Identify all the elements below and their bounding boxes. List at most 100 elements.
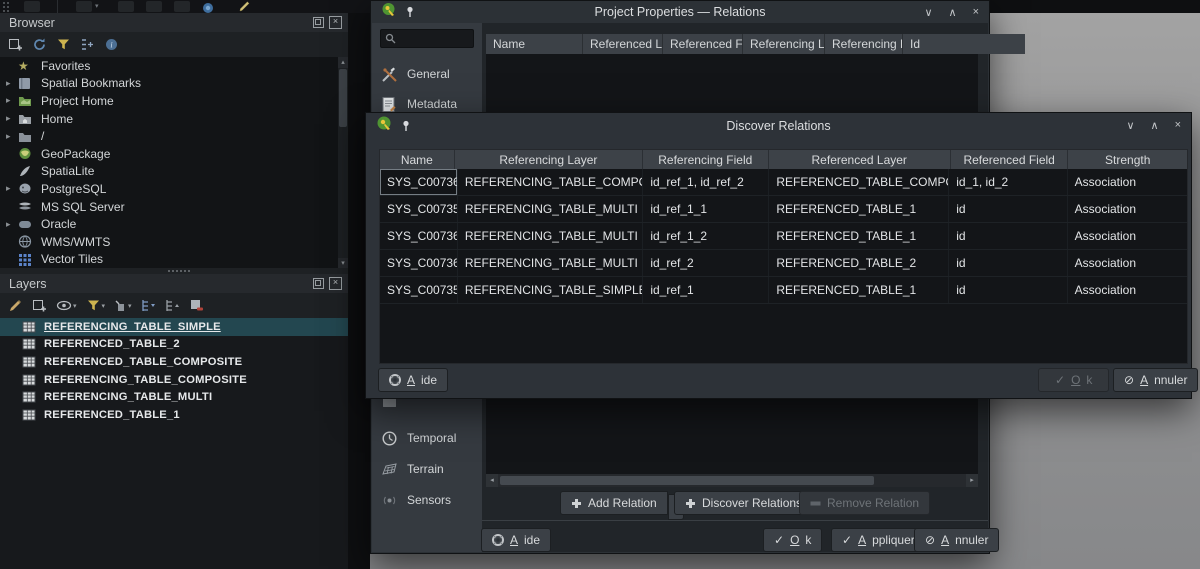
- add-relation-button[interactable]: Add Relation ▾: [560, 491, 684, 520]
- filter-browser-icon[interactable]: [56, 37, 71, 52]
- layer-row[interactable]: REFERENCING_TABLE_MULTI: [0, 388, 348, 406]
- column-header[interactable]: Referenced Field: [663, 34, 743, 54]
- relation-row[interactable]: SYS_C007364 REFERENCING_TABLE_COMPOSITE …: [380, 169, 1187, 196]
- column-header[interactable]: Referenced Layer: [583, 34, 663, 54]
- close-window-icon[interactable]: ×: [973, 6, 979, 19]
- cancel-button[interactable]: ⊘ Annuler: [1113, 368, 1198, 392]
- column-header[interactable]: Name: [380, 150, 455, 169]
- sidebar-item-general[interactable]: General: [372, 61, 482, 87]
- relation-row[interactable]: SYS_C007360 REFERENCING_TABLE_MULTI id_r…: [380, 223, 1187, 250]
- browser-item-project-home[interactable]: ▸ Project Home: [0, 92, 348, 110]
- relation-row[interactable]: SYS_C007361 REFERENCING_TABLE_MULTI id_r…: [380, 250, 1187, 277]
- toolbar-dropdown-icon[interactable]: ▾: [95, 3, 99, 10]
- layer-row[interactable]: REFERENCING_TABLE_COMPOSITE: [0, 371, 348, 389]
- help-button[interactable]: Aide: [481, 528, 551, 552]
- browser-item-home[interactable]: ▸ Home: [0, 110, 348, 128]
- add-group-icon[interactable]: [32, 298, 47, 313]
- cancel-button[interactable]: ⊘ Annuler: [914, 528, 999, 552]
- sidebar-item-sensors[interactable]: Sensors: [372, 487, 482, 513]
- expand-arrow-icon[interactable]: ▸: [6, 78, 18, 89]
- layer-row[interactable]: REFERENCING_TABLE_SIMPLE: [0, 318, 348, 336]
- discover-relations-button[interactable]: Discover Relations: [674, 491, 813, 515]
- filter-legend-icon[interactable]: ▾: [86, 298, 106, 313]
- scrollbar-thumb[interactable]: [500, 476, 874, 485]
- shade-window-icon[interactable]: ∨: [1126, 119, 1134, 132]
- expand-all-icon[interactable]: [141, 298, 156, 313]
- browser-item-wms[interactable]: WMS/WMTS: [0, 233, 348, 251]
- column-header[interactable]: Referenced Field: [951, 150, 1069, 169]
- vector-tiles-icon: [18, 252, 34, 267]
- layer-styling-icon[interactable]: [8, 298, 23, 313]
- close-panel-icon[interactable]: ×: [329, 277, 342, 290]
- close-window-icon[interactable]: ×: [1175, 119, 1181, 132]
- maximize-window-icon[interactable]: ∧: [949, 6, 957, 19]
- browser-item-favorites[interactable]: ★ Favorites: [0, 57, 348, 75]
- properties-widget-icon[interactable]: i: [104, 37, 119, 52]
- browser-item-spatial-bookmarks[interactable]: ▸ Spatial Bookmarks: [0, 75, 348, 93]
- relation-row[interactable]: SYS_C007359 REFERENCING_TABLE_MULTI id_r…: [380, 196, 1187, 223]
- qgis-application-window: ▾ Browser ×: [0, 0, 1200, 569]
- expand-arrow-icon[interactable]: ▸: [6, 95, 18, 106]
- toolbar-icon[interactable]: [174, 1, 190, 12]
- browser-scrollbar[interactable]: ▴ ▾: [338, 57, 348, 269]
- discover-relations-titlebar[interactable]: Discover Relations ∨ ∧ ×: [366, 113, 1191, 138]
- settings-search-input[interactable]: [380, 29, 474, 48]
- collapse-all-icon[interactable]: [80, 37, 95, 52]
- add-selected-layers-icon[interactable]: [8, 37, 23, 52]
- layer-row[interactable]: REFERENCED_TABLE_1: [0, 406, 348, 424]
- expand-arrow-icon[interactable]: ▸: [6, 131, 18, 142]
- scroll-right-icon[interactable]: ▸: [966, 474, 978, 487]
- apply-button[interactable]: ✓ Appliquer: [831, 528, 926, 552]
- toolbar-grip-handle[interactable]: [3, 2, 5, 4]
- float-panel-icon[interactable]: [313, 17, 324, 28]
- column-header[interactable]: Referencing Field: [643, 150, 769, 169]
- expand-arrow-icon[interactable]: ▸: [6, 183, 18, 194]
- browser-item-geopackage[interactable]: GeoPackage: [0, 145, 348, 163]
- float-panel-icon[interactable]: [313, 278, 324, 289]
- browser-item-spatialite[interactable]: SpatiaLite: [0, 163, 348, 181]
- browser-panel-titlebar[interactable]: Browser ×: [0, 13, 348, 32]
- relation-row[interactable]: SYS_C007357 REFERENCING_TABLE_SIMPLE id_…: [380, 277, 1187, 304]
- relations-horizontal-scrollbar[interactable]: ◂ ▸: [486, 474, 978, 487]
- column-header[interactable]: Referenced Layer: [769, 150, 951, 169]
- ok-button[interactable]: ✓ Ok: [763, 528, 822, 552]
- sidebar-item-temporal[interactable]: Temporal: [372, 425, 482, 451]
- project-properties-titlebar[interactable]: Project Properties — Relations ∨ ∧ ×: [371, 1, 989, 23]
- toolbar-icon[interactable]: [118, 1, 134, 12]
- filter-by-expression-icon[interactable]: ▾: [114, 299, 132, 312]
- scroll-left-icon[interactable]: ◂: [486, 474, 498, 487]
- maximize-window-icon[interactable]: ∧: [1151, 119, 1159, 132]
- column-header[interactable]: Referencing Layer: [455, 150, 643, 169]
- remove-layer-icon[interactable]: [189, 298, 204, 313]
- column-header[interactable]: Id: [903, 34, 1025, 54]
- scroll-up-icon[interactable]: ▴: [338, 57, 348, 68]
- expand-arrow-icon[interactable]: ▸: [6, 219, 18, 230]
- browser-item-oracle[interactable]: ▸ Oracle: [0, 215, 348, 233]
- help-button[interactable]: Aide: [378, 368, 448, 392]
- shade-window-icon[interactable]: ∨: [924, 6, 932, 19]
- browser-item-root[interactable]: ▸ /: [0, 127, 348, 145]
- sidebar-item-terrain[interactable]: Terrain: [372, 456, 482, 482]
- browser-item-postgresql[interactable]: ▸ PostgreSQL: [0, 180, 348, 198]
- layers-panel-titlebar[interactable]: Layers ×: [0, 274, 348, 293]
- toolbar-icon[interactable]: [146, 1, 162, 12]
- help-lifebuoy-icon: [389, 374, 401, 386]
- layer-row[interactable]: REFERENCED_TABLE_COMPOSITE: [0, 353, 348, 371]
- ok-button[interactable]: ✓ Ok: [1038, 368, 1109, 392]
- browser-item-vector-tiles[interactable]: Vector Tiles: [0, 251, 348, 269]
- column-header[interactable]: Name: [486, 34, 583, 54]
- browser-item-mssql[interactable]: MS SQL Server: [0, 198, 348, 216]
- collapse-all-icon[interactable]: [165, 298, 180, 313]
- close-panel-icon[interactable]: ×: [329, 16, 342, 29]
- column-header[interactable]: Referencing Field: [825, 34, 903, 54]
- refresh-icon[interactable]: [32, 37, 47, 52]
- remove-relation-button[interactable]: Remove Relation: [799, 491, 930, 515]
- toolbar-icon[interactable]: [24, 1, 40, 12]
- expand-arrow-icon[interactable]: ▸: [6, 113, 18, 124]
- map-themes-icon[interactable]: ▾: [56, 299, 77, 312]
- scrollbar-thumb[interactable]: [339, 69, 347, 127]
- column-header[interactable]: Referencing Layer: [743, 34, 825, 54]
- toolbar-icon[interactable]: [76, 1, 92, 12]
- layer-row[interactable]: REFERENCED_TABLE_2: [0, 336, 348, 354]
- column-header[interactable]: Strength: [1068, 150, 1187, 169]
